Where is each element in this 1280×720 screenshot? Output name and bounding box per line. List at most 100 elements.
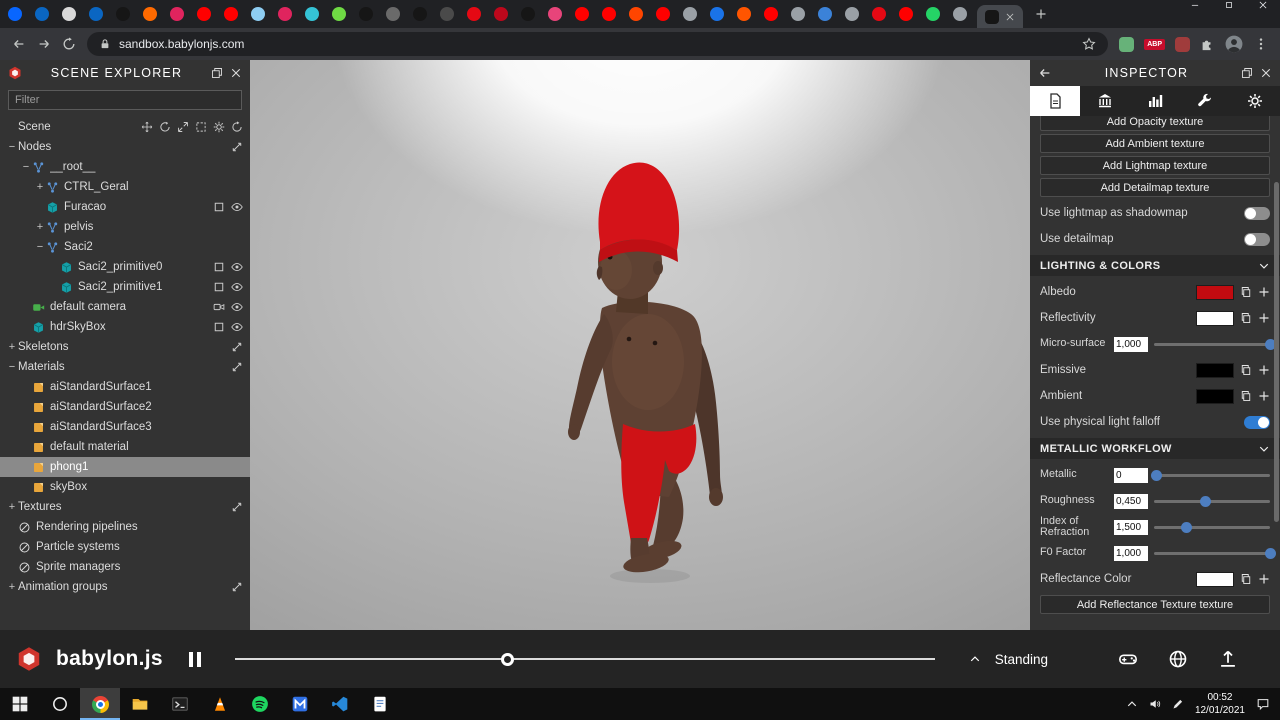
add-reflectance-texture-texture-button[interactable]: Add Reflectance Texture texture xyxy=(1040,595,1270,614)
tab-favicon[interactable] xyxy=(89,7,103,21)
section-lighting-colors[interactable]: LIGHTING & COLORS xyxy=(1030,255,1280,276)
tab-favicon[interactable] xyxy=(278,7,292,21)
popout-icon[interactable] xyxy=(1241,67,1253,79)
taskbar-clock[interactable]: 00:52 12/01/2021 xyxy=(1195,691,1245,718)
slider-knob[interactable] xyxy=(1181,521,1193,533)
expander-toggle[interactable]: + xyxy=(34,221,46,233)
inspector-scrollbar[interactable] xyxy=(1274,182,1279,522)
tree-item-skybox[interactable]: skyBox xyxy=(0,477,250,497)
checkbox-icon[interactable] xyxy=(213,321,225,333)
onetab-extension-icon[interactable] xyxy=(1175,36,1190,52)
tree-item-saci2-primitive0[interactable]: Saci2_primitive0 xyxy=(0,257,250,277)
tab-favicon[interactable] xyxy=(710,7,724,21)
tab-favicon[interactable] xyxy=(548,7,562,21)
tab-favicon[interactable] xyxy=(116,7,130,21)
adguard-extension-icon[interactable] xyxy=(1119,36,1135,52)
extensions-puzzle-icon[interactable] xyxy=(1200,37,1214,51)
copy-icon[interactable] xyxy=(1240,312,1252,324)
browser-back-button[interactable] xyxy=(12,37,26,51)
reflectance-color-color-swatch[interactable] xyxy=(1196,571,1234,587)
tab-favicon[interactable] xyxy=(845,7,859,21)
expand-all-icon[interactable] xyxy=(231,341,243,353)
pause-button[interactable] xyxy=(188,651,201,667)
notes-taskbar-button[interactable] xyxy=(360,688,400,720)
tab-favicon[interactable] xyxy=(899,7,913,21)
export-icon[interactable] xyxy=(1218,649,1238,669)
tab-favicon[interactable] xyxy=(197,7,211,21)
tab-favicon[interactable] xyxy=(737,7,751,21)
tab-favicon[interactable] xyxy=(170,7,184,21)
tab-favicon[interactable] xyxy=(629,7,643,21)
tree-item-default-material[interactable]: default material xyxy=(0,437,250,457)
scale-gizmo-icon[interactable] xyxy=(177,121,189,133)
spotify-taskbar-button[interactable] xyxy=(240,688,280,720)
eye-icon[interactable] xyxy=(231,301,243,313)
tree-item-root[interactable]: − __root__ xyxy=(0,157,250,177)
tree-item-nodes[interactable]: − Nodes xyxy=(0,137,250,157)
checkbox-icon[interactable] xyxy=(213,201,225,213)
pen-icon[interactable] xyxy=(1172,698,1184,710)
tab-favicon[interactable] xyxy=(359,7,373,21)
expander-toggle[interactable]: + xyxy=(34,181,46,193)
videocam-icon[interactable] xyxy=(213,301,225,313)
slider-knob[interactable] xyxy=(1151,469,1163,481)
ambient-color-swatch[interactable] xyxy=(1196,388,1234,404)
volume-icon[interactable] xyxy=(1149,698,1161,710)
notification-center-icon[interactable] xyxy=(1256,697,1270,711)
tree-item-animation-groups[interactable]: + Animation groups xyxy=(0,577,250,597)
tab-favicon[interactable] xyxy=(521,7,535,21)
profile-avatar[interactable] xyxy=(1225,35,1243,53)
adblock-plus-extension-icon[interactable]: ABP xyxy=(1144,38,1165,50)
expander-toggle[interactable]: + xyxy=(6,581,18,593)
tools-tab-button[interactable] xyxy=(1180,86,1230,116)
move-gizmo-icon[interactable] xyxy=(141,121,153,133)
chevron-up-icon[interactable] xyxy=(1126,698,1138,710)
plus-icon[interactable] xyxy=(1258,573,1270,585)
emissive-color-swatch[interactable] xyxy=(1196,362,1234,378)
reflectivity-color-swatch[interactable] xyxy=(1196,310,1234,326)
tree-item-hdrskybox[interactable]: hdrSkyBox xyxy=(0,317,250,337)
add-opacity-texture-button[interactable]: Add Opacity texture xyxy=(1040,116,1270,131)
tree-item-pelvis[interactable]: + pelvis xyxy=(0,217,250,237)
albedo-color-swatch[interactable] xyxy=(1196,284,1234,300)
tab-favicon[interactable] xyxy=(251,7,265,21)
file-tab-button[interactable] xyxy=(1030,86,1080,116)
timeline-slider[interactable] xyxy=(234,652,935,667)
active-tab[interactable] xyxy=(977,5,1023,28)
tab-favicon[interactable] xyxy=(386,7,400,21)
checkbox-icon[interactable] xyxy=(213,281,225,293)
gear-icon[interactable] xyxy=(213,121,225,133)
tree-item-particle-systems[interactable]: Particle systems xyxy=(0,537,250,557)
expander-toggle[interactable]: − xyxy=(20,161,32,173)
tab-favicon[interactable] xyxy=(440,7,454,21)
close-panel-icon[interactable] xyxy=(1260,67,1272,79)
expander-toggle[interactable]: + xyxy=(6,341,18,353)
plus-icon[interactable] xyxy=(1258,390,1270,402)
globe-icon[interactable] xyxy=(1168,649,1188,669)
close-panel-icon[interactable] xyxy=(230,67,242,79)
expander-toggle[interactable]: − xyxy=(6,361,18,373)
slider-knob[interactable] xyxy=(1200,495,1212,507)
address-bar[interactable]: sandbox.babylonjs.com xyxy=(87,32,1109,56)
copy-icon[interactable] xyxy=(1240,390,1252,402)
tab-favicon[interactable] xyxy=(872,7,886,21)
tab-favicon[interactable] xyxy=(656,7,670,21)
roughness-slider[interactable] xyxy=(1154,495,1270,507)
slider-knob[interactable] xyxy=(1265,547,1276,559)
new-tab-button[interactable] xyxy=(1035,8,1047,20)
animation-list-caret[interactable] xyxy=(969,653,981,665)
tab-favicon[interactable] xyxy=(467,7,481,21)
f0-factor-slider[interactable] xyxy=(1154,547,1276,559)
use-lightmap-as-shadowmap-toggle[interactable] xyxy=(1244,206,1270,220)
add-detailmap-texture-button[interactable]: Add Detailmap texture xyxy=(1040,178,1270,197)
vscode-taskbar-button[interactable] xyxy=(320,688,360,720)
debug-tab-button[interactable] xyxy=(1080,86,1130,116)
timeline-knob[interactable] xyxy=(500,652,514,666)
filter-input[interactable] xyxy=(8,90,242,110)
eye-icon[interactable] xyxy=(231,281,243,293)
tree-item-aistandardsurface1[interactable]: aiStandardSurface1 xyxy=(0,377,250,397)
windows-start-taskbar-button[interactable] xyxy=(0,688,40,720)
plus-icon[interactable] xyxy=(1258,286,1270,298)
tree-item-phong1[interactable]: phong1 xyxy=(0,457,250,477)
tree-item-default-camera[interactable]: default camera xyxy=(0,297,250,317)
